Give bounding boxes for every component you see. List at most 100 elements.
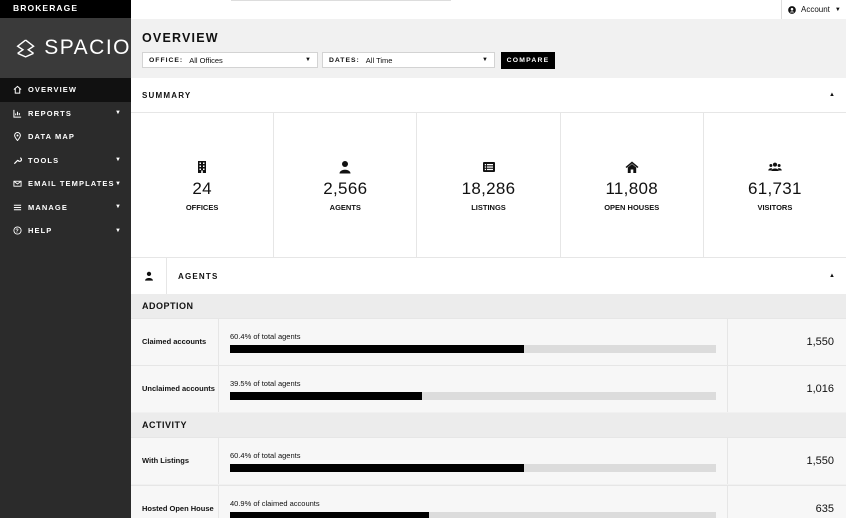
progress-track [230,345,716,353]
home-icon [12,85,22,95]
row-progress: 39.5% of total agents [219,366,728,412]
row-note: 60.4% of total agents [230,332,301,341]
question-icon: ? [12,226,22,236]
sidebar-item-help[interactable]: ? HELP ▼ [0,219,131,243]
map-pin-icon [12,132,22,142]
sidebar-item-label: DATA MAP [28,132,75,142]
row-label: Claimed accounts [131,319,219,365]
progress-track [230,464,716,472]
dates-filter-label: DATES: [329,56,360,64]
stat-offices: 24 OFFICES [131,113,275,257]
collapse-icon[interactable]: ▲ [829,92,835,98]
adoption-heading: ADOPTION [131,294,846,318]
collapse-icon[interactable]: ▲ [829,273,835,279]
row-label: Unclaimed accounts [131,366,219,412]
row-value: 1,550 [806,336,834,348]
brokerage-label: BROKERAGE [0,0,131,18]
sidebar-nav: OVERVIEW REPORTS ▼ DATA MAP TOOLS ▼ EMAI… [0,78,131,243]
chevron-down-icon: ▼ [482,57,488,63]
office-filter-label: OFFICE: [149,56,184,64]
house-icon [625,161,639,173]
logo-text: SPACIO [44,36,131,59]
sidebar-item-label: EMAIL TEMPLATES [28,179,115,189]
stat-visitors: 61,731 VISITORS [704,113,846,257]
summary-header[interactable]: SUMMARY ▲ [131,78,846,113]
dates-filter[interactable]: DATES: All Time ▼ [322,52,495,68]
chart-icon [12,108,22,118]
stat-value: 24 [192,179,212,198]
sidebar-item-label: TOOLS [28,155,60,165]
compare-button[interactable]: COMPARE [501,52,555,69]
row-progress: 40.9% of claimed accounts [219,486,728,518]
agents-icon-box [131,258,167,294]
chevron-down-icon: ▼ [114,227,122,234]
sidebar-item-email-templates[interactable]: EMAIL TEMPLATES ▼ [0,172,131,196]
chevron-down-icon: ▼ [114,204,122,211]
row-value: 635 [815,503,834,515]
office-filter[interactable]: OFFICE: All Offices ▼ [142,52,318,68]
chevron-down-icon: ▼ [114,110,122,117]
row-value: 1,016 [806,383,834,395]
stat-agents: 2,566 AGENTS [274,113,418,257]
row-progress: 60.4% of total agents [219,319,728,365]
divider [231,0,451,1]
chevron-down-icon: ▼ [114,157,122,164]
row-note: 39.5% of total agents [230,379,301,388]
sidebar-item-data-map[interactable]: DATA MAP [0,125,131,149]
row-label: With Listings [131,438,219,484]
chevron-down-icon: ▼ [305,57,311,63]
stat-value: 2,566 [323,179,368,198]
chevron-down-icon: ▼ [114,180,122,187]
progress-fill [230,392,422,400]
top-bar: Account ▼ [131,0,846,19]
sidebar-item-label: HELP [28,226,53,236]
sidebar-item-tools[interactable]: TOOLS ▼ [0,149,131,173]
svg-text:?: ? [15,229,19,235]
sidebar-item-manage[interactable]: MANAGE ▼ [0,196,131,220]
row-label: Hosted Open House [131,486,219,518]
page-title: OVERVIEW [142,31,219,45]
row-value: 1,550 [806,455,834,467]
wrench-icon [12,155,22,165]
table-row: Hosted Open House 40.9% of claimed accou… [131,485,846,518]
user-circle-icon [788,5,796,14]
listing-icon [482,162,495,172]
stat-value: 61,731 [748,179,802,198]
chevron-down-icon: ▼ [834,6,841,13]
stat-open-houses: 11,808 OPEN HOUSES [561,113,704,257]
agents-header[interactable]: AGENTS ▲ [131,258,846,294]
user-icon [144,271,153,281]
summary-stats: 24 OFFICES 2,566 AGENTS 18,286 LISTINGS … [131,113,846,258]
progress-track [230,512,716,518]
row-note: 60.4% of total agents [230,451,301,460]
progress-track [230,392,716,400]
logo[interactable]: SPACIO [0,18,131,78]
building-icon [198,161,207,173]
users-icon [768,162,782,171]
spacio-logo-icon [16,39,35,58]
envelope-icon [12,179,22,189]
table-row: With Listings 60.4% of total agents 1,55… [131,437,846,484]
activity-heading: ACTIVITY [131,413,846,437]
table-row: Unclaimed accounts 39.5% of total agents… [131,365,846,412]
stat-label: AGENTS [329,203,361,212]
stat-label: OFFICES [185,203,219,212]
sidebar-item-overview[interactable]: OVERVIEW [0,78,131,102]
row-progress: 60.4% of total agents [219,438,728,484]
sidebar-item-label: REPORTS [28,108,72,118]
progress-fill [230,464,524,472]
stat-label: VISITORS [757,203,793,212]
progress-fill [230,345,524,353]
stat-label: LISTINGS [471,203,506,212]
stat-value: 18,286 [461,179,516,198]
progress-fill [230,512,429,518]
overview-header: OVERVIEW OFFICE: All Offices ▼ DATES: Al… [131,19,846,78]
stat-label: OPEN HOUSES [604,203,660,212]
account-label: Account [801,5,830,14]
sidebar-item-reports[interactable]: REPORTS ▼ [0,102,131,126]
row-note: 40.9% of claimed accounts [230,499,320,508]
account-menu[interactable]: Account ▼ [781,0,846,19]
dates-filter-value: All Time [365,55,393,65]
agents-title: AGENTS [178,271,219,281]
sidebar: BROKERAGE SPACIO OVERVIEW REPORTS ▼ DATA… [0,0,131,518]
